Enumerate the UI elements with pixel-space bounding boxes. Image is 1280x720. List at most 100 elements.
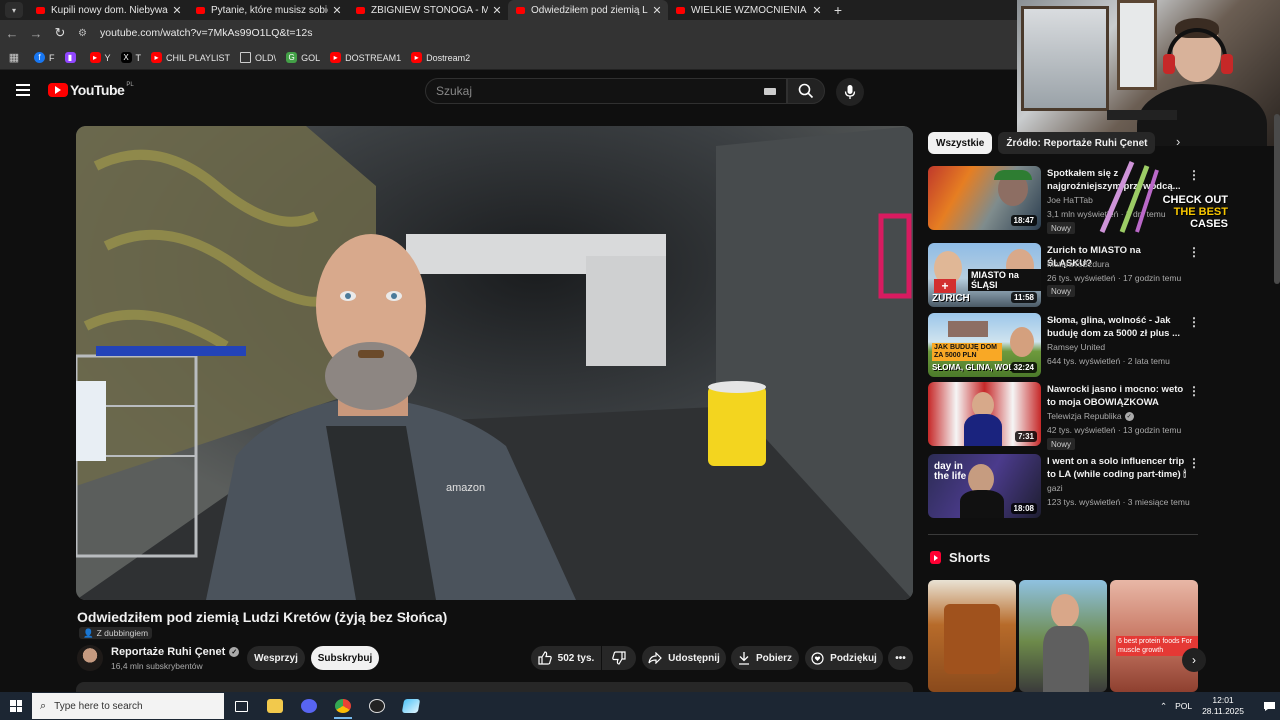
tab-search-button[interactable]: ▾ [0, 0, 28, 20]
taskbar-search-input[interactable]: ⌕ Type here to search [32, 693, 224, 719]
obs-icon[interactable] [360, 692, 394, 720]
clock[interactable]: 12:01 28.11.2025 [1202, 695, 1244, 717]
bookmark[interactable]: ▮ [64, 52, 80, 63]
search-button[interactable] [787, 78, 825, 104]
bookmark[interactable]: ▸ DOSTREAM1 [330, 52, 401, 63]
discord-icon[interactable] [292, 692, 326, 720]
bookmark[interactable]: ▸ Dostream2 [411, 52, 470, 63]
more-actions-button[interactable]: ••• [888, 646, 913, 670]
file-explorer-icon[interactable] [258, 692, 292, 720]
thumbs-down-icon [612, 651, 626, 665]
forward-arrow-icon[interactable]: → [24, 26, 48, 41]
channel-avatar[interactable] [77, 645, 103, 671]
browser-tab[interactable]: ZBIGNIEW STONOGA - MAM F ✕ [348, 0, 508, 20]
support-label: Wesprzyj [254, 652, 298, 664]
short-item[interactable]: 6 best protein foods For muscle growth [1110, 580, 1198, 692]
notification-icon[interactable] [1258, 698, 1280, 714]
start-button[interactable] [0, 692, 32, 720]
app-icon[interactable] [394, 692, 428, 720]
voice-search-button[interactable] [836, 78, 864, 106]
recommendation-title[interactable]: I went on a solo influencer trip to LA (… [1047, 455, 1187, 481]
download-icon [738, 652, 749, 665]
bookmark[interactable]: fF [34, 52, 55, 63]
video-thumbnail[interactable]: + MIASTO na ŚLĄSI ZURICH 11:58 [928, 243, 1041, 307]
thumbnail-text: day in the life [934, 461, 967, 482]
download-button[interactable]: Pobierz [731, 646, 799, 670]
bookmark[interactable]: ▸ Y [89, 52, 111, 63]
search-input[interactable]: Szukaj [425, 78, 787, 104]
short-item[interactable] [1019, 580, 1107, 692]
close-tab-icon[interactable]: ✕ [332, 4, 342, 17]
recommendation-item[interactable]: day in the life 18:08 I went on a solo i… [928, 454, 1200, 518]
bookmark-label: Y [104, 52, 111, 63]
language-indicator[interactable]: POL [1175, 701, 1192, 711]
new-tab-button[interactable]: + [828, 2, 848, 18]
recommendation-channel[interactable]: Joe HaTTab [1047, 195, 1093, 205]
channel-name[interactable]: Reportaże Ruhi Çenet ✓ [111, 646, 240, 658]
short-item[interactable] [928, 580, 1016, 692]
recommendation-channel[interactable]: MaturaToBzdura [1047, 259, 1109, 269]
video-thumbnail[interactable]: JAK BUDUJĘ DOM ZA 5000 PLN SŁOMA, GLINA,… [928, 313, 1041, 377]
g-icon: G [286, 52, 298, 63]
thanks-button[interactable]: Podziękuj [805, 646, 883, 670]
chevron-right-icon[interactable]: › [1176, 134, 1180, 149]
close-tab-icon[interactable]: ✕ [812, 4, 822, 17]
close-tab-icon[interactable]: ✕ [492, 4, 502, 17]
youtube-logo[interactable]: YouTube PL [48, 82, 134, 98]
subscribe-button[interactable]: Subskrybuj [311, 646, 379, 670]
site-info-icon[interactable]: ⚙ [78, 28, 94, 39]
reload-icon[interactable]: ↻ [48, 25, 72, 41]
youtube-icon: ▸ [89, 52, 101, 63]
bookmark-folder[interactable]: OLD\ [240, 52, 276, 63]
task-view-icon[interactable] [224, 692, 258, 720]
recommendation-meta: 123 tys. wyświetleń · 3 miesiące temu [1047, 497, 1190, 507]
recommendation-channel[interactable]: Ramsey United [1047, 342, 1105, 352]
browser-tab-active[interactable]: Odwiedziłem pod ziemią Ludz ✕ [508, 0, 668, 20]
browser-tab[interactable]: Pytanie, które musisz sobie zad ✕ [188, 0, 348, 20]
dubbing-badge: 👤 Z dubbingiem [79, 627, 153, 639]
youtube-favicon-icon [516, 6, 525, 14]
chip-all[interactable]: Wszystkie [928, 132, 993, 154]
recommendation-title[interactable]: Nawrocki jasno i mocno: weto to moja OBO… [1047, 383, 1187, 409]
chevron-right-icon[interactable]: › [1182, 648, 1206, 672]
video-thumbnail[interactable]: 7:31 [928, 382, 1041, 446]
share-button[interactable]: Udostępnij [642, 646, 726, 670]
recommendation-channel[interactable]: Telewizja Republika ✓ [1047, 411, 1134, 421]
support-button[interactable]: Wesprzyj [247, 646, 305, 670]
close-tab-icon[interactable]: ✕ [652, 4, 662, 17]
keyboard-icon[interactable] [764, 88, 776, 95]
recommendation-item[interactable]: JAK BUDUJĘ DOM ZA 5000 PLN SŁOMA, GLINA,… [928, 313, 1200, 377]
youtube-icon: ▸ [151, 52, 163, 63]
back-arrow-icon[interactable]: ← [0, 26, 24, 41]
chat-bubble-icon [1263, 701, 1275, 711]
chip-source[interactable]: Źródło: Reportaże Ruhi Çenet [998, 132, 1156, 154]
bookmark[interactable]: XT [120, 52, 141, 63]
apps-grid-icon[interactable]: ▦ [0, 51, 28, 64]
chevron-up-icon[interactable]: ⌃ [1160, 701, 1167, 712]
bookmark-label: Dostream2 [426, 52, 471, 63]
verified-icon: ✓ [1124, 411, 1134, 421]
video-thumbnail[interactable]: 18:47 [928, 166, 1041, 230]
like-button[interactable]: 502 tys. [531, 646, 601, 670]
browser-tab[interactable]: Kupili nowy dom. Niebywałe, co ✕ [28, 0, 188, 20]
recommendation-title[interactable]: Słoma, glina, wolność - Jak buduję dom z… [1047, 314, 1187, 340]
address-bar[interactable]: ⚙ youtube.com/watch?v=7MkAs99O1LQ&t=12s [78, 23, 1018, 43]
more-vertical-icon[interactable]: ⋮ [1188, 384, 1200, 398]
video-thumbnail[interactable]: day in the life 18:08 [928, 454, 1041, 518]
recommendation-item[interactable]: + MIASTO na ŚLĄSI ZURICH 11:58 Zurich to… [928, 243, 1200, 307]
scrollbar[interactable] [1274, 114, 1280, 284]
more-vertical-icon[interactable]: ⋮ [1188, 315, 1200, 329]
dislike-button[interactable] [602, 646, 636, 670]
recommendation-channel[interactable]: gazi [1047, 483, 1063, 493]
bookmark[interactable]: ▸ CHIL PLAYLIST [151, 52, 230, 63]
chrome-icon[interactable] [326, 692, 360, 720]
close-tab-icon[interactable]: ✕ [172, 4, 182, 17]
browser-tab[interactable]: WIELKIE WZMOCNIENIA W WO ✕ [668, 0, 828, 20]
more-vertical-icon[interactable]: ⋮ [1188, 245, 1200, 259]
video-frame: amazon [76, 126, 913, 600]
video-player[interactable]: amazon [76, 126, 913, 600]
menu-icon[interactable] [16, 84, 30, 96]
more-vertical-icon[interactable]: ⋮ [1188, 456, 1200, 470]
recommendation-item[interactable]: 7:31 Nawrocki jasno i mocno: weto to moj… [928, 382, 1200, 450]
bookmark[interactable]: G GOL [286, 52, 320, 63]
